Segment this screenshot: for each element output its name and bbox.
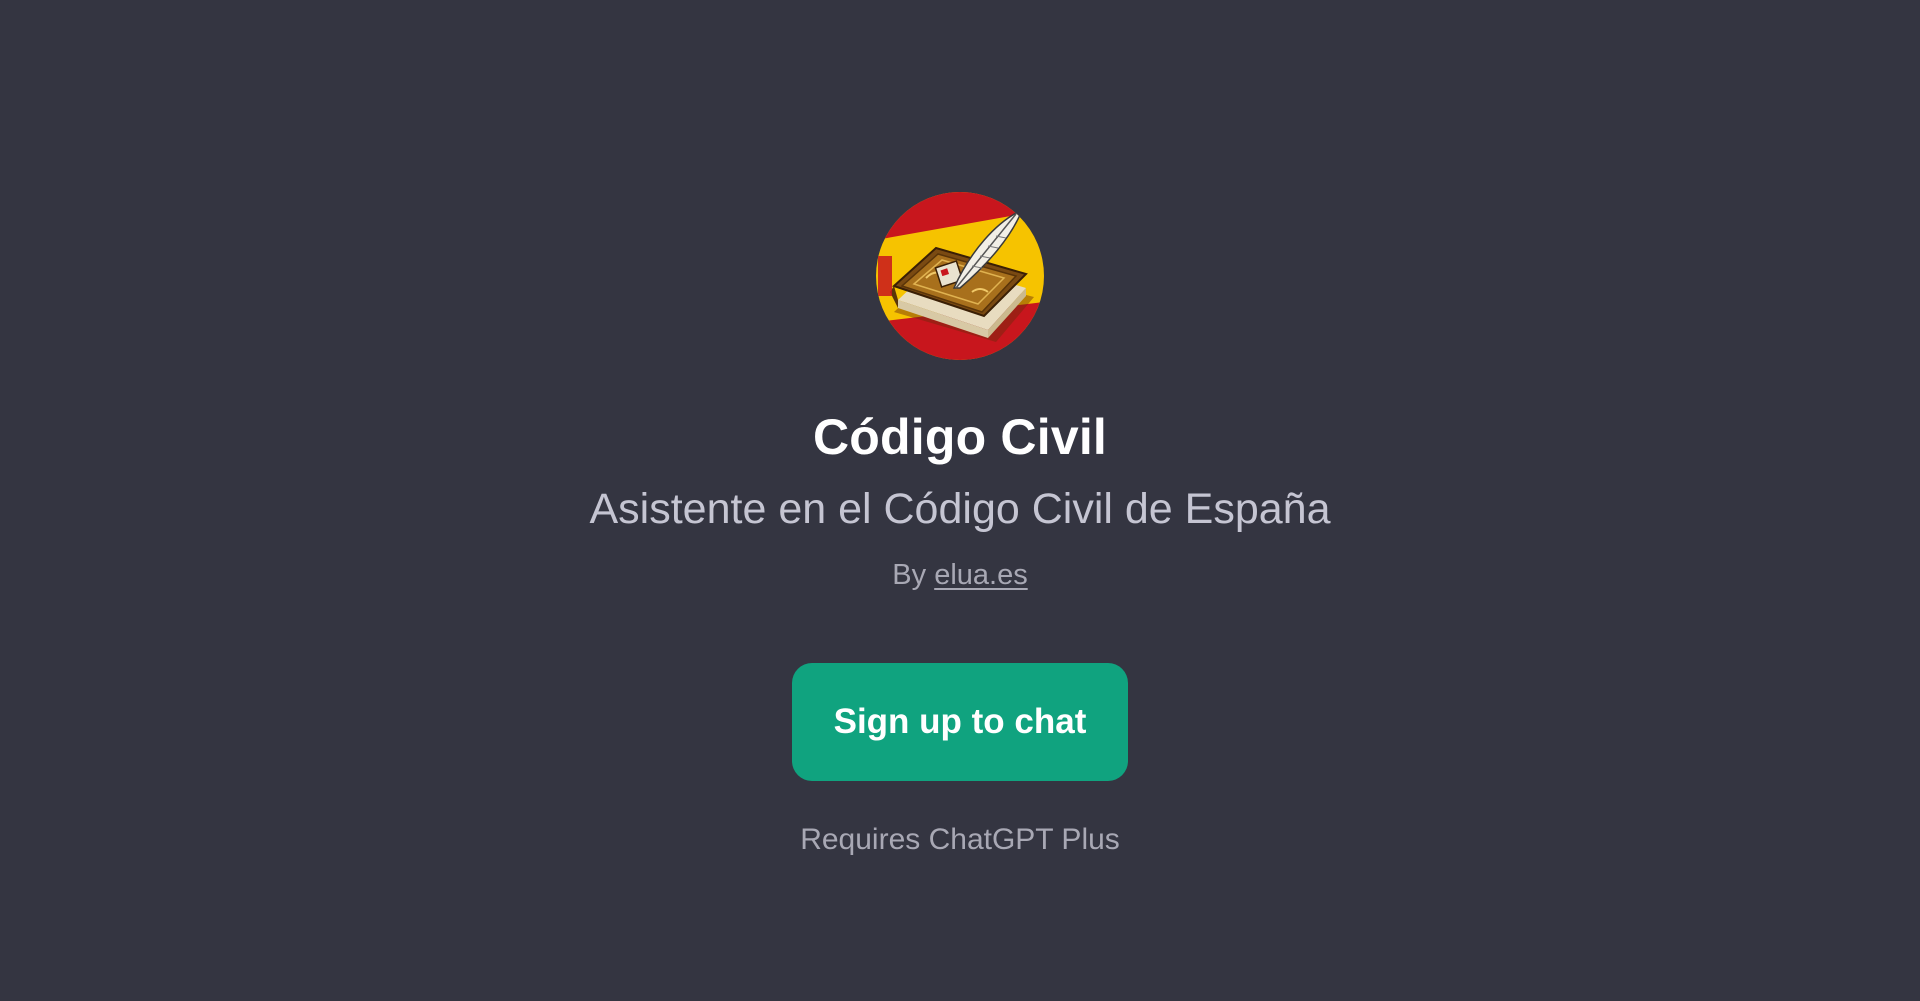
author-link[interactable]: elua.es	[934, 559, 1028, 591]
gpt-landing: Código Civil Asistente en el Código Civi…	[0, 0, 1920, 1001]
sign-up-to-chat-button[interactable]: Sign up to chat	[792, 663, 1128, 781]
plan-requirement-note: Requires ChatGPT Plus	[800, 823, 1120, 856]
gpt-description: Asistente en el Código Civil de España	[589, 485, 1331, 533]
author-byline: By elua.es	[892, 561, 1027, 590]
byline-prefix: By	[892, 559, 927, 591]
gpt-title: Código Civil	[812, 409, 1108, 465]
book-with-quill-icon	[876, 192, 1044, 360]
gpt-avatar	[876, 192, 1044, 360]
